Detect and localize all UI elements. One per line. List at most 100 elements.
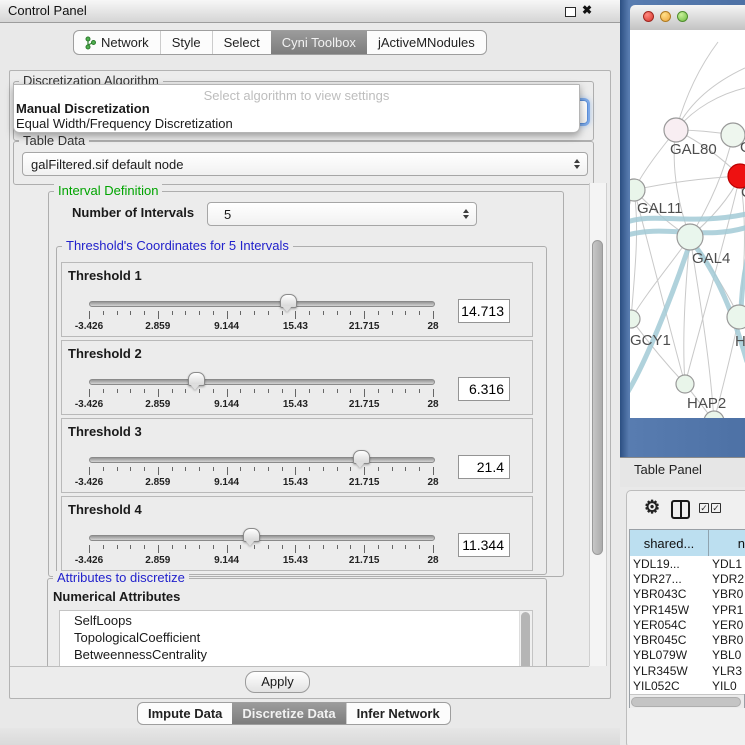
tab-network[interactable]: Network: [74, 31, 160, 54]
threshold-4-slider[interactable]: -3.4262.8599.14415.4321.71528: [89, 531, 433, 569]
cell-name[interactable]: YPR1: [709, 603, 745, 617]
table-row[interactable]: YLR345WYLR3: [630, 663, 745, 678]
node-label-h: H: [735, 333, 745, 350]
cell-name[interactable]: YLR3: [709, 664, 745, 678]
threshold-4-value-field[interactable]: [458, 533, 510, 557]
tick-mark: [419, 545, 420, 549]
tick-mark: [419, 311, 420, 315]
node-gal4[interactable]: [677, 224, 703, 250]
cell-shared-name[interactable]: YDL19...: [630, 557, 709, 571]
tick-mark: [213, 311, 214, 315]
node-hap2[interactable]: [676, 375, 694, 393]
thresholds-group-title: Threshold's Coordinates for 5 Intervals: [62, 239, 293, 253]
checkbox-icon[interactable]: ✓: [711, 503, 721, 513]
cell-name[interactable]: YER0: [709, 618, 745, 632]
tick-mark: [144, 545, 145, 549]
threshold-2-value-field[interactable]: [458, 377, 510, 401]
dropdown-option-equal-width[interactable]: Equal Width/Frequency Discretization: [16, 117, 233, 131]
cell-shared-name[interactable]: YDR27...: [630, 572, 709, 586]
slider-track[interactable]: [89, 301, 435, 307]
slider-axis-labels: -3.4262.8599.14415.4321.71528: [89, 477, 433, 489]
close-icon[interactable]: ✖: [582, 3, 592, 17]
network-window-titlebar[interactable]: [630, 5, 745, 31]
node-gal80[interactable]: [664, 118, 688, 142]
table-row[interactable]: YBR045CYBR0: [630, 632, 745, 647]
cell-name[interactable]: YBR0: [709, 587, 745, 601]
tab-impute-data[interactable]: Impute Data: [138, 703, 232, 724]
table-row[interactable]: YDL19...YDL1: [630, 556, 745, 571]
close-traffic-light-icon[interactable]: [643, 11, 654, 22]
cell-name[interactable]: YIL0: [709, 679, 745, 693]
scrollbar-thumb[interactable]: [631, 697, 741, 707]
slider-thumb[interactable]: [280, 294, 297, 308]
dropdown-option-manual[interactable]: Manual Discretization: [16, 102, 150, 116]
attribute-list-item[interactable]: SelfLoops: [60, 611, 532, 628]
scrollbar-thumb[interactable]: [521, 612, 530, 666]
tab-cyni-toolbox[interactable]: Cyni Toolbox: [271, 31, 367, 54]
scrollbar-thumb[interactable]: [592, 240, 603, 555]
table-row[interactable]: YDR27...YDR2: [630, 571, 745, 586]
tab-jactivemnodules[interactable]: jActiveMNodules: [367, 31, 486, 54]
numerical-attributes-list[interactable]: SelfLoopsTopologicalCoefficientBetweenne…: [59, 610, 533, 666]
cell-name[interactable]: YBR0: [709, 633, 745, 647]
slider-track[interactable]: [89, 379, 435, 385]
column-layout-icon[interactable]: [671, 500, 690, 519]
attributes-list-scrollbar[interactable]: [519, 611, 532, 666]
number-of-intervals-combo[interactable]: 5: [207, 202, 477, 226]
attribute-list-item[interactable]: BetweennessCentrality: [60, 645, 532, 662]
main-scrollbar[interactable]: [589, 183, 607, 666]
slider-thumb[interactable]: [243, 528, 260, 542]
node-gal11[interactable]: [630, 179, 645, 201]
threshold-2-slider[interactable]: -3.4262.8599.14415.4321.71528: [89, 375, 433, 413]
table-row[interactable]: YBL079WYBL0: [630, 648, 745, 663]
float-window-icon[interactable]: [565, 7, 576, 17]
node-h[interactable]: [727, 305, 745, 329]
cell-name[interactable]: YDL1: [709, 557, 745, 571]
threshold-3-value-field[interactable]: [458, 455, 510, 479]
threshold-1-slider[interactable]: -3.4262.8599.14415.4321.71528: [89, 297, 433, 335]
algorithm-dropdown: Select algorithm to view settings Manual…: [13, 84, 580, 133]
cell-shared-name[interactable]: YIL052C: [630, 679, 709, 693]
column-header-name[interactable]: name: [709, 530, 745, 556]
slider-track[interactable]: [89, 457, 435, 463]
tab-discretize-data[interactable]: Discretize Data: [232, 703, 345, 724]
tab-select[interactable]: Select: [212, 31, 271, 54]
attribute-list-item[interactable]: TopologicalCoefficient: [60, 628, 532, 645]
cell-shared-name[interactable]: YPR145W: [630, 603, 709, 617]
tick-mark: [268, 467, 269, 471]
zoom-traffic-light-icon[interactable]: [677, 11, 688, 22]
tab-style[interactable]: Style: [160, 31, 212, 54]
cell-shared-name[interactable]: YBR045C: [630, 633, 709, 647]
slider-ticks: [89, 389, 433, 399]
tick-mark: [117, 389, 118, 393]
cell-name[interactable]: YDR2: [709, 572, 745, 586]
table-horizontal-scrollbar[interactable]: [630, 694, 744, 708]
tick-mark: [268, 389, 269, 393]
node-label-hap2: HAP2: [687, 395, 726, 412]
slider-track[interactable]: [89, 535, 435, 541]
checkbox-icon[interactable]: ✓: [699, 503, 709, 513]
cell-shared-name[interactable]: YBL079W: [630, 648, 709, 662]
apply-button[interactable]: Apply: [245, 671, 310, 693]
table-row[interactable]: YIL052CYIL0: [630, 678, 745, 693]
tab-infer-network[interactable]: Infer Network: [346, 703, 450, 724]
table-data-combo-value: galFiltered.sif default node: [31, 157, 183, 172]
threshold-1-value-field[interactable]: [458, 299, 510, 323]
column-header-shared-name[interactable]: shared...: [630, 530, 709, 556]
slider-thumb[interactable]: [353, 450, 370, 464]
table-row[interactable]: YBR043CYBR0: [630, 587, 745, 602]
tick-mark: [213, 389, 214, 393]
table-row[interactable]: YER054CYER0: [630, 617, 745, 632]
slider-thumb[interactable]: [188, 372, 205, 386]
table-row[interactable]: YPR145WYPR1: [630, 602, 745, 617]
network-canvas[interactable]: GAL80 GA C GAL11 GAL4 GCY1 H HAP2: [630, 30, 745, 418]
table-data-combo[interactable]: galFiltered.sif default node: [22, 152, 588, 176]
cell-shared-name[interactable]: YER054C: [630, 618, 709, 632]
cell-shared-name[interactable]: YLR345W: [630, 664, 709, 678]
threshold-3-slider[interactable]: -3.4262.8599.14415.4321.71528: [89, 453, 433, 491]
cell-name[interactable]: YBL0: [709, 648, 745, 662]
node-gcy1[interactable]: [630, 310, 640, 328]
minimize-traffic-light-icon[interactable]: [660, 11, 671, 22]
gear-icon[interactable]: ⚙: [644, 498, 660, 516]
cell-shared-name[interactable]: YBR043C: [630, 587, 709, 601]
